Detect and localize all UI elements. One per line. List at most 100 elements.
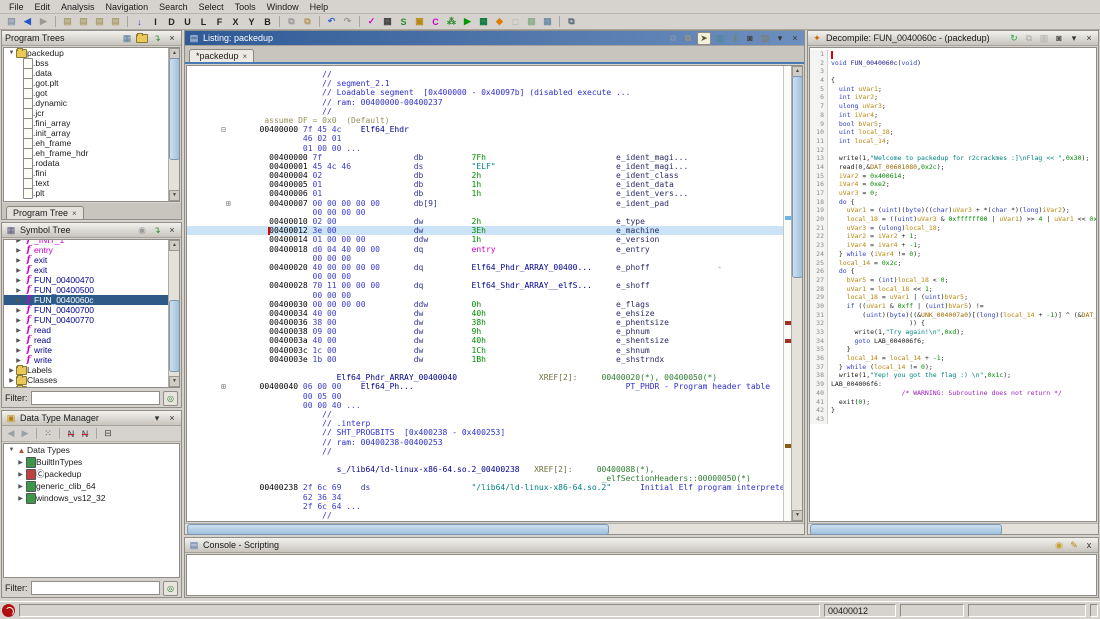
tree-item-bss[interactable]: .bss [4, 57, 179, 69]
symbol-item-exit[interactable]: ▶ f exit [4, 265, 179, 275]
expander-icon[interactable]: ▶ [14, 327, 23, 334]
menu-analysis[interactable]: Analysis [56, 2, 100, 12]
menu-chevron-icon[interactable]: ▾ [1068, 33, 1080, 44]
table2-icon[interactable]: ▦ [524, 15, 539, 29]
listing-line-31[interactable]: 0040003c 1c 00 dw 1Ch e_shnum [221, 346, 783, 355]
tree-item-eh_frame_hdr[interactable]: .eh_frame_hdr [4, 147, 179, 159]
listing-line-14[interactable]: 00400006 01 db 1h e_ident_vers... [221, 189, 783, 198]
listing-line-45[interactable]: _elfSectionHeaders::00000050(*) [221, 474, 783, 483]
listing-line-39[interactable]: // .interp [221, 419, 783, 428]
listing-line-42[interactable]: // [221, 447, 783, 456]
listing-line-12[interactable]: 00400004 02 db 2h e_ident_class [221, 171, 783, 180]
listing-line-33[interactable] [221, 364, 783, 373]
console-output[interactable] [186, 554, 1097, 596]
expander-icon[interactable]: ▶ [7, 377, 16, 384]
close-icon[interactable]: x [1083, 540, 1095, 551]
console-titlebar[interactable]: ▤ Console - Scripting ◉ ✎ x [185, 538, 1098, 553]
listing-line-27[interactable]: 00400034 40 00 dw 40h e_ehsize [221, 309, 783, 318]
decompiler-line-2[interactable]: 2 void FUN_0040060c(void) [810, 58, 1096, 68]
diff-view-icon[interactable]: ▥ [714, 33, 726, 44]
redo-icon[interactable]: ↷ [340, 15, 355, 29]
dtm-archive-generic_clib_64[interactable]: ▶ generic_clib_64 [4, 480, 179, 492]
decompiler-line-42[interactable]: 42} [810, 406, 1096, 415]
expander-icon[interactable]: ▶ [7, 367, 16, 374]
status-resize-grip[interactable] [1090, 604, 1098, 617]
tree-item-data[interactable]: .data [4, 67, 179, 79]
decompiler-line-36[interactable]: 36 local_14 = local_14 + -1; [810, 354, 1096, 363]
filter-options-icon[interactable]: ◎ [163, 390, 178, 406]
symbol-tree-titlebar[interactable]: ▦ Symbol Tree ◉ ↴ × [2, 223, 181, 238]
listing-line-36[interactable]: 00 05 00 [221, 392, 783, 401]
open-folder-icon[interactable] [136, 32, 148, 44]
snapshot-icon[interactable]: ◙ [744, 33, 756, 44]
diamond-icon[interactable]: ◆ [492, 15, 507, 29]
expander-icon[interactable]: ▶ [14, 307, 23, 314]
menu-help[interactable]: Help [305, 2, 334, 12]
decompiler-line-34[interactable]: 34 goto LAB_004006f6; [810, 336, 1096, 346]
decompiler-line-13[interactable]: 13 write(1,"Welcome to packedup for r2cr… [810, 154, 1096, 163]
expander-icon[interactable]: ▶ [14, 337, 23, 344]
decompiler-line-33[interactable]: 33 write(1,"Try again!\n",0xd); [810, 328, 1096, 337]
expander-icon[interactable]: ▶ [14, 357, 23, 364]
refresh-icon[interactable]: ↻ [1008, 33, 1020, 44]
dtm-archive-packedup[interactable]: ▶ Ⓒpackedup [4, 468, 179, 480]
listing-line-32[interactable]: 0040003e 1b 00 dw 1Bh e_shstrndx [221, 355, 783, 364]
paste-icon[interactable]: ⧉ [682, 33, 694, 44]
listing-view[interactable]: // // segment_2.1 // Loadable segment [0… [186, 65, 803, 522]
debug-icon[interactable]: ▦ [476, 15, 491, 29]
cursor-tracking-icon[interactable]: ➤ [697, 31, 711, 45]
tree-item-got[interactable]: .got [4, 87, 179, 99]
tree-item-rodata[interactable]: .rodata [4, 157, 179, 169]
decompiler-line-11[interactable]: 11 int local_14; [810, 136, 1096, 146]
decompiler-line-37[interactable]: 37 } while (local_14 != 0); [810, 362, 1096, 372]
tree-item-eh_frame[interactable]: .eh_frame [4, 137, 179, 149]
tree-item-init_array[interactable]: .init_array [4, 127, 179, 139]
expander-icon[interactable]: ▶ [14, 267, 23, 274]
close-icon[interactable]: × [789, 33, 801, 44]
dtm-tree-view[interactable]: ▼ ▲ Data Types ▶ BuiltInTypes ▶ Ⓒpackedup ▶ gene… [3, 443, 180, 578]
expander-icon[interactable]: ▶ [7, 387, 16, 388]
undo-icon[interactable]: ↶ [324, 15, 339, 29]
decompiler-line-32[interactable]: 32 )) { [810, 319, 1096, 328]
decompiler-line-8[interactable]: 8 int iVar4; [810, 110, 1096, 120]
listing-line-15[interactable]: ⊞ 00400007 00 00 00 00 00 db[9] e_ident_… [221, 199, 783, 208]
expander-icon[interactable]: ▶ [16, 459, 25, 466]
tab-program-tree[interactable]: Program Tree × [6, 206, 84, 219]
copy-icon[interactable]: ⧉ [1023, 33, 1035, 44]
listing-line-35[interactable]: ⊞ 00400040 06 00 00 Elf64_Ph... PT_PHDR … [221, 382, 783, 391]
decompiler-line-17[interactable]: 17 uVar3 = 0; [810, 189, 1096, 198]
expander-icon[interactable]: ▶ [14, 277, 23, 284]
decompiler-line-16[interactable]: 16 iVar4 = 0xe2; [810, 180, 1096, 189]
menu-chevron-icon[interactable]: ▾ [151, 413, 163, 424]
tree-item-plt[interactable]: .plt [4, 187, 179, 199]
listing-line-47[interactable]: 62 36 34 [221, 493, 783, 502]
listing-line-41[interactable]: // ram: 00400238-00400253 [221, 438, 783, 447]
decompiler-line-31[interactable]: 31 (uint)(byte)((&UNK_004007a0)[(long)(l… [810, 310, 1096, 320]
symbol-item-fun_00400770[interactable]: ▶ f FUN_00400770 [4, 315, 179, 325]
forward-icon[interactable]: ▶ [19, 428, 31, 439]
decompiler-line-23[interactable]: 23 iVar4 = iVar4 + -1; [810, 241, 1096, 250]
symbol-item-fun_00400500[interactable]: ▶ f FUN_00400500 [4, 285, 179, 295]
listing-line-17[interactable]: 00400010 02 00 dw 2h e_type [221, 217, 783, 226]
listing-line-46[interactable]: 00400238 2f 6c 69 ds "/lib64/ld-linux-x8… [221, 483, 783, 492]
scroll-lock-icon[interactable]: ◉ [1053, 540, 1065, 551]
program-tree-scrollbar[interactable]: ▲ ▼ [168, 48, 179, 201]
symbol-item-exit[interactable]: ▶ f exit [4, 255, 179, 265]
script-manager-icon[interactable]: S [396, 15, 411, 29]
listing-hscrollbar[interactable] [185, 523, 804, 535]
symbol-item-entry[interactable]: ▶ f entry [4, 245, 179, 255]
decompiler-line-43[interactable]: 43 [810, 414, 1096, 424]
decompiler-view[interactable]: 1 2 void FUN_0040060c(void) 3 4{5 uint uVar1… [809, 47, 1097, 522]
expander-icon[interactable]: ▶ [14, 317, 23, 324]
listing-titlebar[interactable]: ▤ Listing: packedup ⧉ ⧉ ➤ ▥ ⚷ ◙ ▤ ▾ × [185, 31, 804, 46]
back-icon[interactable]: ◀ [20, 15, 35, 29]
clear-console-icon[interactable]: ✎ [1068, 540, 1080, 551]
tree-item-fini[interactable]: .fini [4, 167, 179, 179]
save-icon[interactable]: ▤ [4, 15, 19, 29]
listing-line-16[interactable]: 00 00 00 00 [221, 208, 783, 217]
decompiler-hscrollbar[interactable] [808, 523, 1098, 535]
listing-line-30[interactable]: 0040003a 40 00 dw 40h e_shentsize [221, 336, 783, 345]
listing-line-11[interactable]: 00400001 45 4c 46 ds "ELF" e_ident_magi.… [221, 162, 783, 171]
decompiler-line-18[interactable]: 18 do { [810, 197, 1096, 207]
program-tree-view[interactable]: ▲ ▼ ▼ packedup .bss .data .got.plt .got .dynami… [3, 47, 180, 202]
